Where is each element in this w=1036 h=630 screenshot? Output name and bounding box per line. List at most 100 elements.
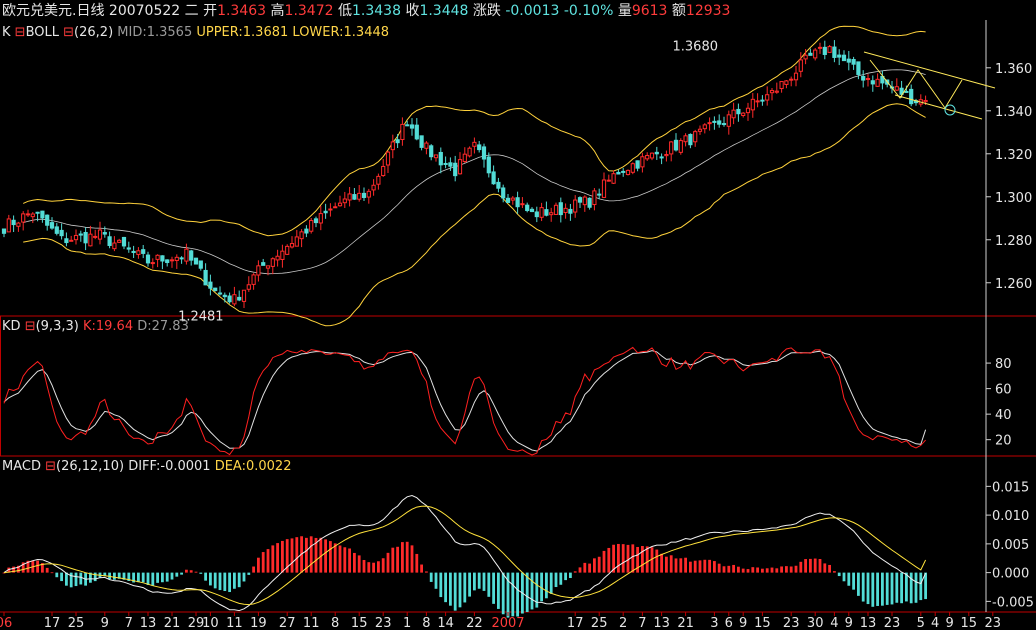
macd-histogram-bar	[732, 564, 735, 573]
candle	[112, 242, 117, 250]
candle	[64, 238, 69, 244]
candle	[208, 281, 213, 289]
candle	[232, 294, 237, 305]
candle	[817, 46, 823, 49]
candle	[726, 114, 731, 127]
candle	[136, 250, 141, 255]
macd-histogram-bar	[813, 558, 817, 573]
macd-histogram-bar	[833, 571, 836, 573]
candle	[333, 206, 338, 209]
x-tick-label: 9	[945, 616, 953, 630]
candle	[765, 94, 770, 101]
macd-histogram-bar	[36, 560, 39, 573]
candle	[553, 204, 559, 215]
y-tick-label: 0.000	[992, 567, 1029, 582]
candle	[822, 46, 827, 55]
x-tick-label: 06	[0, 616, 12, 630]
macd-histogram-bar	[439, 572, 443, 598]
macd-histogram-bar	[684, 557, 687, 573]
candle	[443, 162, 448, 165]
macd-histogram-bar	[775, 568, 779, 573]
candle	[793, 72, 799, 81]
macd-histogram-bar	[449, 572, 452, 606]
boll-mid-line	[23, 69, 926, 275]
macd-histogram-bar	[463, 572, 467, 603]
macd-histogram-bar	[266, 549, 270, 573]
macd-histogram-bar	[213, 572, 217, 589]
x-tick-label: 2	[619, 616, 627, 630]
x-tick-label: 25	[591, 616, 608, 630]
candle	[424, 142, 429, 149]
x-tick-label: 8	[331, 616, 339, 630]
macd-histogram-bar	[434, 572, 438, 589]
candle	[366, 190, 371, 198]
candle	[347, 193, 352, 201]
candle	[222, 294, 227, 298]
candle	[419, 135, 424, 148]
candle	[121, 236, 127, 247]
x-tick-label: 1	[403, 616, 411, 630]
macd-histogram-bar	[693, 560, 697, 573]
x-tick-label: 22	[466, 616, 483, 630]
chart-canvas[interactable]: 1.3680 1.2481 1.260 1.280 1.300 1.320 1.340 1.3…	[0, 0, 1036, 630]
macd-histogram-bar	[55, 572, 59, 578]
candle	[145, 254, 151, 264]
candle	[577, 197, 583, 203]
candle	[25, 213, 31, 216]
macd-histogram-bar	[761, 568, 764, 573]
candle	[198, 260, 203, 269]
candle	[481, 146, 487, 160]
candle	[477, 144, 482, 151]
candle	[184, 248, 189, 262]
macd-histogram-bar	[343, 547, 347, 573]
macd-histogram-bar	[852, 572, 855, 590]
macd-histogram-bar	[804, 559, 807, 573]
candle	[534, 211, 539, 218]
macd-histogram-bar	[458, 572, 462, 608]
x-tick-label: 7	[638, 616, 646, 630]
macd-histogram-bar	[228, 572, 231, 593]
macd-histogram-bar	[645, 546, 649, 573]
macd-histogram-bar	[204, 572, 207, 581]
candle	[505, 197, 511, 203]
macd-histogram-bar	[425, 571, 428, 573]
macd-histogram-bar	[281, 540, 284, 573]
macd-histogram-bar	[233, 572, 236, 589]
macd-histogram-bar	[401, 542, 404, 573]
candle	[904, 90, 909, 93]
candle	[813, 49, 818, 59]
candle	[558, 202, 563, 216]
macd-histogram-bar	[765, 568, 769, 573]
candle	[654, 151, 659, 155]
candle	[285, 245, 290, 255]
macd-histogram-bar	[607, 547, 611, 573]
candle	[6, 218, 11, 233]
macd-histogram-bar	[530, 572, 534, 610]
macd-histogram-bar	[569, 572, 572, 579]
candle	[304, 228, 309, 234]
candle	[568, 208, 573, 214]
candle	[83, 231, 88, 244]
macd-histogram-bar	[492, 572, 495, 604]
macd-histogram-bar	[453, 572, 457, 611]
x-tick-label: 25	[68, 616, 85, 630]
candle	[409, 124, 415, 129]
candle	[625, 169, 631, 176]
macd-histogram-bar	[564, 572, 567, 581]
candle	[563, 207, 568, 214]
candle	[693, 131, 698, 143]
macd-histogram-bar	[828, 564, 831, 573]
candle	[510, 197, 515, 201]
candle	[611, 173, 616, 184]
candle	[750, 98, 755, 111]
candle	[664, 154, 669, 157]
candle	[601, 179, 607, 198]
y-tick-label: 80	[995, 357, 1012, 372]
candle	[707, 122, 712, 125]
macd-histogram-bar	[617, 543, 620, 573]
y-tick-label: 0.015	[992, 480, 1029, 495]
macd-histogram-bar	[242, 572, 246, 582]
candle	[275, 255, 280, 261]
macd-histogram-bar	[185, 569, 188, 573]
candle	[93, 235, 98, 238]
